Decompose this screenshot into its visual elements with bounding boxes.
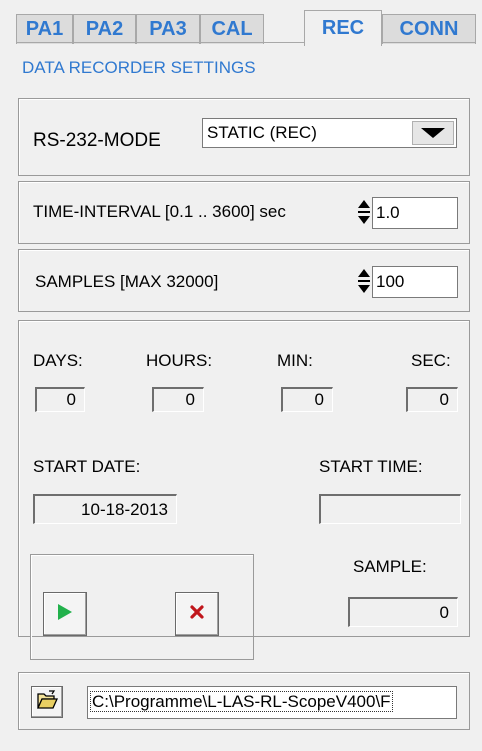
tab-rec[interactable]: REC <box>304 10 382 46</box>
sample-value: 0 <box>348 597 458 627</box>
samples-label: SAMPLES [MAX 32000] <box>35 272 219 291</box>
tab-divider <box>16 42 476 43</box>
file-path-input[interactable]: C:\Programme\L-LAS-RL-ScopeV400\F <box>87 686 457 719</box>
start-date-value: 10-18-2013 <box>33 494 177 524</box>
tab-label: REC <box>321 17 365 39</box>
control-buttons-box <box>30 554 254 660</box>
samples-group: SAMPLES [MAX 32000] 100 <box>18 249 470 312</box>
tab-pa1[interactable]: PA1 <box>16 14 73 44</box>
tab-label: PA1 <box>25 18 64 40</box>
tab-label: CONN <box>399 18 459 40</box>
time-interval-spinner-icon[interactable] <box>357 197 371 227</box>
tab-cal[interactable]: CAL <box>200 14 264 44</box>
start-time-label: START TIME: <box>319 457 423 476</box>
x-icon <box>189 604 205 625</box>
time-interval-input[interactable]: 1.0 <box>372 197 458 229</box>
tab-bar: PA1 PA2 PA3 CAL REC CONN <box>16 10 476 46</box>
sample-label: SAMPLE: <box>353 557 427 576</box>
samples-spinner-icon[interactable] <box>357 266 371 296</box>
time-interval-label: TIME-INTERVAL [0.1 .. 3600] sec <box>33 202 286 221</box>
page-title: DATA RECORDER SETTINGS <box>22 58 256 77</box>
time-interval-group: TIME-INTERVAL [0.1 .. 3600] sec 1.0 <box>18 181 470 244</box>
tab-label: CAL <box>211 18 253 40</box>
tab-pa3[interactable]: PA3 <box>136 14 200 44</box>
sec-value: 0 <box>406 387 458 412</box>
hours-label: HOURS: <box>146 351 213 370</box>
tab-conn[interactable]: CONN <box>382 14 476 44</box>
hours-value: 0 <box>152 387 204 412</box>
days-value: 0 <box>35 387 85 412</box>
rs232-mode-label: RS-232-MODE <box>33 130 161 151</box>
file-path-group: C:\Programme\L-LAS-RL-ScopeV400\F <box>18 672 470 730</box>
start-time-value <box>319 494 461 524</box>
tab-label: PA3 <box>149 18 187 40</box>
tab-pa2[interactable]: PA2 <box>73 14 136 44</box>
rs232-mode-value: STATIC (REC) <box>207 123 317 142</box>
file-path-text: C:\Programme\L-LAS-RL-ScopeV400\F <box>90 691 393 712</box>
rs232-mode-select[interactable]: STATIC (REC) <box>202 118 457 148</box>
samples-input[interactable]: 100 <box>372 266 458 298</box>
start-record-button[interactable] <box>43 592 87 636</box>
rs232-mode-group: RS-232-MODE STATIC (REC) <box>18 98 470 176</box>
sec-label: SEC: <box>411 351 451 370</box>
days-label: DAYS: <box>33 351 83 370</box>
folder-open-icon <box>36 689 59 715</box>
start-date-label: START DATE: <box>33 457 141 476</box>
browse-folder-button[interactable] <box>31 686 63 718</box>
stop-record-button[interactable] <box>175 592 219 636</box>
min-value: 0 <box>281 387 333 412</box>
tab-label: PA2 <box>85 18 124 40</box>
min-label: MIN: <box>277 351 313 370</box>
play-icon <box>56 602 74 627</box>
recorder-status-group: DAYS: HOURS: MIN: SEC: 0 0 0 0 START DAT… <box>18 320 470 660</box>
chevron-down-icon[interactable] <box>412 121 454 145</box>
